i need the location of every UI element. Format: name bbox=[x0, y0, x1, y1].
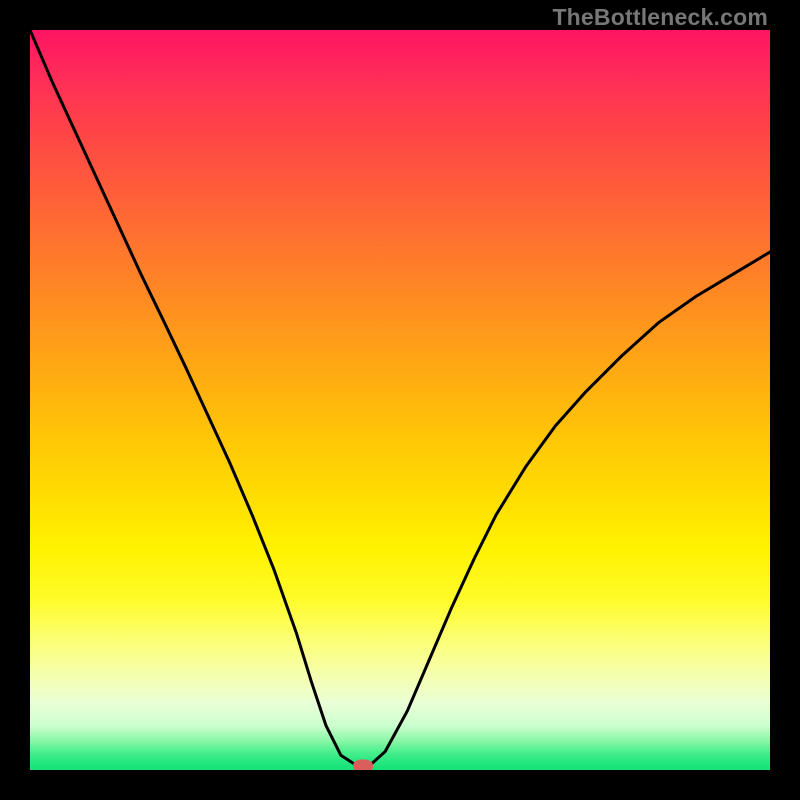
bottleneck-curve bbox=[30, 30, 770, 770]
optimal-marker-icon bbox=[353, 760, 373, 770]
plot-area bbox=[30, 30, 770, 770]
chart-container: TheBottleneck.com bbox=[0, 0, 800, 800]
watermark-text: TheBottleneck.com bbox=[552, 4, 768, 31]
